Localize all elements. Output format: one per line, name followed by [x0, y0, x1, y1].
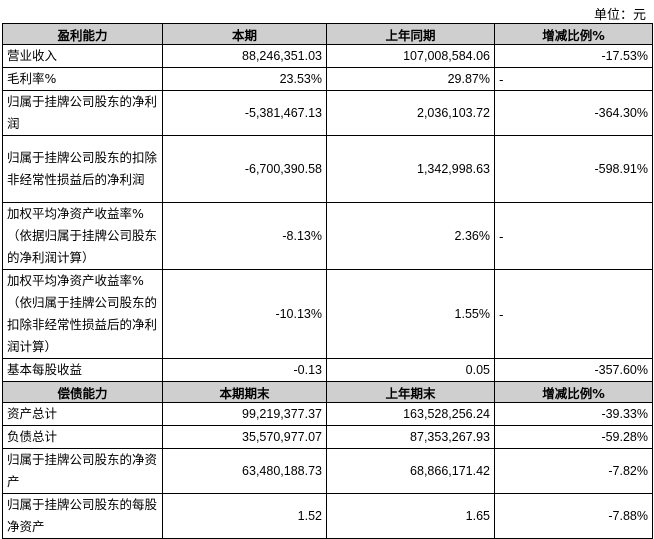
row-label: 归属于挂牌公司股东的每股净资产	[2, 493, 163, 539]
prior-value: 2,036,103.72	[326, 90, 495, 136]
financial-indicators-table: 盈利能力 本期 上年同期 增减比例% 营业收入 88,246,351.03 10…	[2, 23, 653, 539]
row-label: 负债总计	[2, 425, 163, 449]
prior-value: 2.36%	[326, 202, 495, 270]
prior-value: 107,008,584.06	[326, 44, 495, 68]
row-label: 归属于挂牌公司股东的扣除非经常性损益后的净利润	[2, 135, 163, 203]
table-row: 资产总计 99,219,377.37 163,528,256.24 -39.33…	[2, 402, 653, 426]
table-row: 营业收入 88,246,351.03 107,008,584.06 -17.53…	[2, 44, 653, 68]
current-value: -0.13	[162, 358, 327, 382]
solvency-header-prior: 上年期末	[326, 381, 495, 403]
change-value: -17.53%	[494, 44, 653, 68]
profit-header-change: 增减比例%	[494, 23, 653, 45]
prior-value: 1,342,998.63	[326, 135, 495, 203]
table-row: 毛利率% 23.53% 29.87% -	[2, 67, 653, 91]
row-label: 加权平均净资产收益率%（依据归属于挂牌公司股东的净利润计算）	[2, 202, 163, 270]
change-value: -39.33%	[494, 402, 653, 426]
solvency-header-row: 偿债能力 本期期末 上年期末 增减比例%	[2, 381, 653, 403]
change-value: -	[494, 269, 653, 359]
current-value: 23.53%	[162, 67, 327, 91]
current-value: 88,246,351.03	[162, 44, 327, 68]
change-value: -	[494, 67, 653, 91]
change-value: -7.82%	[494, 448, 653, 494]
change-value: -357.60%	[494, 358, 653, 382]
table-row: 负债总计 35,570,977.07 87,353,267.93 -59.28%	[2, 425, 653, 449]
solvency-header-change: 增减比例%	[494, 381, 653, 403]
table-row: 归属于挂牌公司股东的净利润 -5,381,467.13 2,036,103.72…	[2, 90, 653, 136]
profit-header-label: 盈利能力	[2, 23, 163, 45]
table-row: 基本每股收益 -0.13 0.05 -357.60%	[2, 358, 653, 382]
table-row: 加权平均净资产收益率%（依归属于挂牌公司股东的扣除非经常性损益后的净利润计算） …	[2, 269, 653, 359]
row-label: 基本每股收益	[2, 358, 163, 382]
current-value: 99,219,377.37	[162, 402, 327, 426]
current-value: 63,480,188.73	[162, 448, 327, 494]
prior-value: 87,353,267.93	[326, 425, 495, 449]
change-value: -598.91%	[494, 135, 653, 203]
table-row: 归属于挂牌公司股东的每股净资产 1.52 1.65 -7.88%	[2, 493, 653, 539]
table-row: 归属于挂牌公司股东的净资产 63,480,188.73 68,866,171.4…	[2, 448, 653, 494]
table-row: 归属于挂牌公司股东的扣除非经常性损益后的净利润 -6,700,390.58 1,…	[2, 135, 653, 203]
row-label: 资产总计	[2, 402, 163, 426]
row-label: 毛利率%	[2, 67, 163, 91]
row-label: 归属于挂牌公司股东的净利润	[2, 90, 163, 136]
solvency-header-label: 偿债能力	[2, 381, 163, 403]
prior-value: 29.87%	[326, 67, 495, 91]
current-value: 35,570,977.07	[162, 425, 327, 449]
row-label: 营业收入	[2, 44, 163, 68]
current-value: 1.52	[162, 493, 327, 539]
profit-header-prior: 上年同期	[326, 23, 495, 45]
change-value: -7.88%	[494, 493, 653, 539]
prior-value: 1.55%	[326, 269, 495, 359]
current-value: -10.13%	[162, 269, 327, 359]
prior-value: 1.65	[326, 493, 495, 539]
row-label: 归属于挂牌公司股东的净资产	[2, 448, 163, 494]
profit-header-row: 盈利能力 本期 上年同期 增减比例%	[2, 23, 653, 45]
change-value: -	[494, 202, 653, 270]
prior-value: 0.05	[326, 358, 495, 382]
current-value: -6,700,390.58	[162, 135, 327, 203]
change-value: -364.30%	[494, 90, 653, 136]
change-value: -59.28%	[494, 425, 653, 449]
profit-header-current: 本期	[162, 23, 327, 45]
row-label: 加权平均净资产收益率%（依归属于挂牌公司股东的扣除非经常性损益后的净利润计算）	[2, 269, 163, 359]
solvency-header-current: 本期期末	[162, 381, 327, 403]
table-row: 加权平均净资产收益率%（依据归属于挂牌公司股东的净利润计算） -8.13% 2.…	[2, 202, 653, 270]
prior-value: 68,866,171.42	[326, 448, 495, 494]
current-value: -5,381,467.13	[162, 90, 327, 136]
current-value: -8.13%	[162, 202, 327, 270]
unit-label: 单位：元	[593, 8, 646, 23]
prior-value: 163,528,256.24	[326, 402, 495, 426]
